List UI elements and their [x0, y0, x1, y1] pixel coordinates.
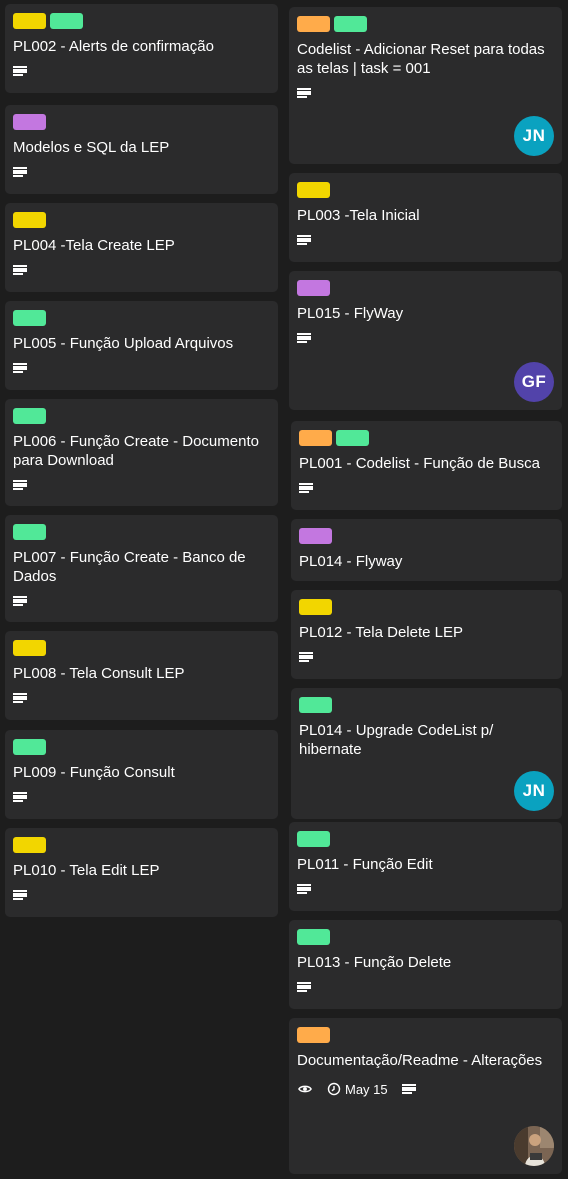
label-orange — [297, 16, 330, 32]
card-title: PL014 - Flyway — [299, 553, 403, 570]
description-icon — [297, 982, 311, 992]
card-pl012[interactable]: PL012 - Tela Delete LEP — [291, 590, 562, 679]
label-green — [297, 929, 330, 945]
description-icon — [13, 265, 27, 275]
card-title: PL009 - Função Consult — [13, 764, 175, 781]
card-title: PL007 - Função Create - Banco de Dados — [13, 549, 246, 585]
description-icon — [13, 596, 27, 606]
label-green — [299, 697, 332, 713]
clock-icon — [327, 1082, 341, 1096]
card-title: PL015 - FlyWay — [297, 305, 404, 322]
card-pl008[interactable]: PL008 - Tela Consult LEP — [5, 631, 278, 720]
description-icon — [297, 235, 311, 245]
label-yellow — [13, 13, 46, 29]
label-green — [13, 310, 46, 326]
label-yellow — [13, 212, 46, 228]
card-pl003[interactable]: PL003 -Tela Inicial — [289, 173, 562, 262]
description-icon — [13, 890, 27, 900]
member-avatar[interactable]: JN — [514, 771, 554, 811]
card-pl015[interactable]: PL015 - FlyWay GF — [289, 271, 562, 410]
description-icon — [297, 88, 311, 98]
label-green — [13, 408, 46, 424]
description-icon — [401, 1084, 416, 1094]
label-green — [297, 831, 330, 847]
card-title: PL002 - Alerts de confirmação — [13, 38, 214, 55]
due-date-text: May 15 — [345, 1081, 388, 1097]
description-icon — [13, 167, 27, 177]
eye-icon — [298, 1085, 312, 1093]
label-green — [13, 739, 46, 755]
card-pl014-upgrade[interactable]: PL014 - Upgrade CodeList p/ hibernate JN — [291, 688, 562, 819]
label-yellow — [13, 837, 46, 853]
card-pl005[interactable]: PL005 - Função Upload Arquivos — [5, 301, 278, 390]
label-yellow — [299, 599, 332, 615]
label-orange — [297, 1027, 330, 1043]
label-purple — [299, 528, 332, 544]
card-title: PL013 - Função Delete — [297, 954, 452, 971]
card-labels — [13, 13, 270, 29]
member-avatar[interactable]: JN — [514, 116, 554, 156]
card-pl009[interactable]: PL009 - Função Consult — [5, 730, 278, 819]
card-title: PL014 - Upgrade CodeList p/ hibernate — [299, 722, 494, 758]
label-yellow — [13, 640, 46, 656]
card-pl001[interactable]: PL001 - Codelist - Função de Busca — [291, 421, 562, 510]
member-avatar[interactable]: GF — [514, 362, 554, 402]
description-icon — [299, 483, 313, 493]
description-icon — [13, 480, 27, 490]
description-icon — [299, 652, 313, 662]
card-documentacao[interactable]: Documentação/Readme - Alterações May 15 — [289, 1018, 562, 1174]
label-green — [336, 430, 369, 446]
description-icon — [13, 66, 27, 76]
card-pl011[interactable]: PL011 - Função Edit — [289, 822, 562, 911]
card-title: PL011 - Função Edit — [297, 856, 433, 873]
card-title: PL004 -Tela Create LEP — [13, 237, 175, 254]
description-icon — [13, 363, 27, 373]
card-title: Codelist - Adicionar Reset para todas as… — [297, 41, 545, 77]
label-yellow — [297, 182, 330, 198]
card-pl007[interactable]: PL007 - Função Create - Banco de Dados — [5, 515, 278, 622]
card-title: Documentação/Readme - Alterações — [297, 1052, 543, 1069]
due-date-badge[interactable]: May 15 — [327, 1082, 388, 1097]
card-pl004[interactable]: PL004 -Tela Create LEP — [5, 203, 278, 292]
card-title: Modelos e SQL da LEP — [13, 139, 170, 156]
card-title: PL003 -Tela Inicial — [297, 207, 420, 224]
card-title: PL006 - Função Create - Documento para D… — [13, 433, 259, 469]
card-title: PL001 - Codelist - Função de Busca — [299, 455, 540, 472]
card-pl013[interactable]: PL013 - Função Delete — [289, 920, 562, 1009]
description-icon — [13, 792, 27, 802]
card-title: PL010 - Tela Edit LEP — [13, 862, 160, 879]
card-pl010[interactable]: PL010 - Tela Edit LEP — [5, 828, 278, 917]
description-icon — [297, 333, 311, 343]
label-orange — [299, 430, 332, 446]
label-green — [50, 13, 83, 29]
description-icon — [13, 693, 27, 703]
label-green — [13, 524, 46, 540]
card-pl002[interactable]: PL002 - Alerts de confirmação — [5, 4, 278, 93]
description-icon — [297, 884, 311, 894]
member-avatar-photo[interactable] — [514, 1126, 554, 1166]
card-title: PL008 - Tela Consult LEP — [13, 665, 185, 682]
card-pl014-flyway[interactable]: PL014 - Flyway — [291, 519, 562, 581]
card-codelist-reset[interactable]: Codelist - Adicionar Reset para todas as… — [289, 7, 562, 164]
card-pl006[interactable]: PL006 - Função Create - Documento para D… — [5, 399, 278, 506]
label-green — [334, 16, 367, 32]
card-modelos-sql[interactable]: Modelos e SQL da LEP — [5, 105, 278, 194]
card-title: PL012 - Tela Delete LEP — [299, 624, 463, 641]
card-title: PL005 - Função Upload Arquivos — [13, 335, 234, 352]
label-purple — [13, 114, 46, 130]
label-purple — [297, 280, 330, 296]
